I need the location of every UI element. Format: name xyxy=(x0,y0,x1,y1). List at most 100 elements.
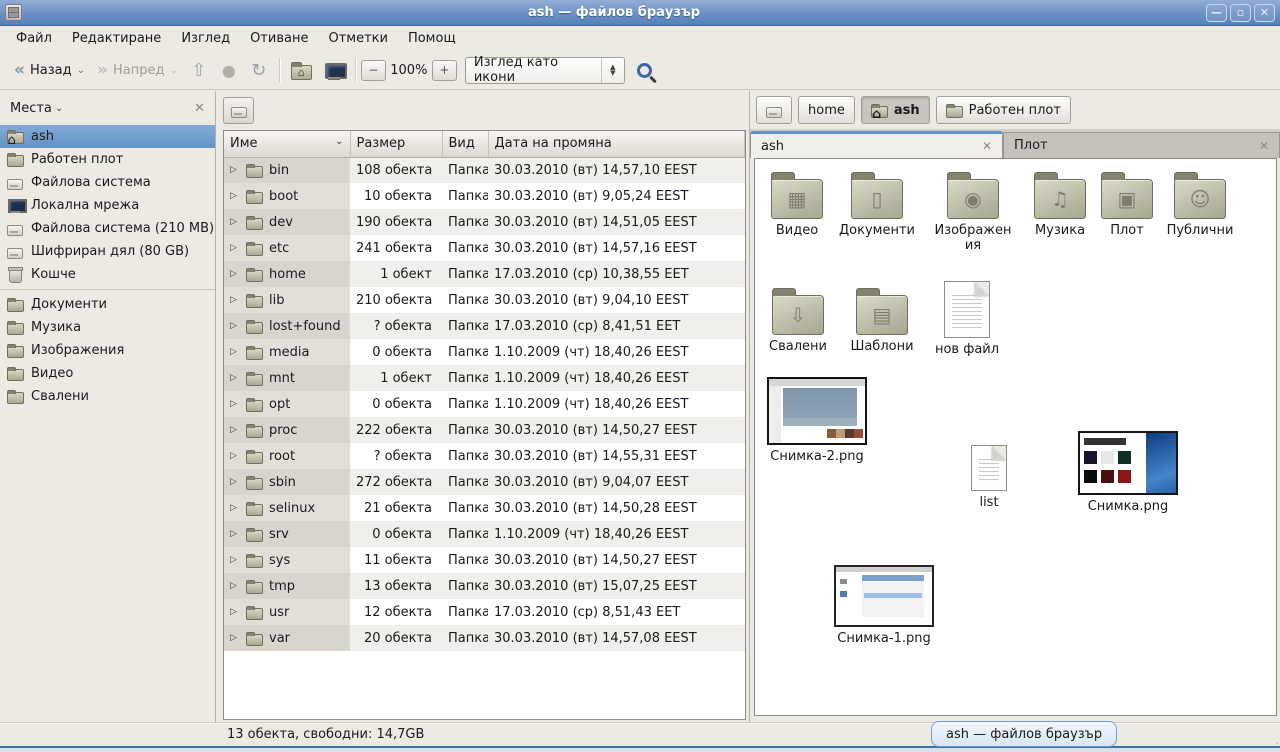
expander-icon[interactable]: ▷ xyxy=(230,243,240,253)
expander-icon[interactable]: ▷ xyxy=(230,529,240,539)
file-icon-item[interactable]: ▦ Видео xyxy=(755,171,839,238)
sidebar-title[interactable]: Места xyxy=(10,101,52,116)
table-row[interactable]: ▷ var 20 обекта Папка 30.03.2010 (вт) 14… xyxy=(224,625,745,651)
zoom-in-button[interactable]: + xyxy=(432,60,457,81)
breadcrumb-root-button[interactable] xyxy=(756,96,792,124)
table-row[interactable]: ▷ usr 12 обекта Папка 17.03.2010 (ср) 8,… xyxy=(224,599,745,625)
column-header-size[interactable]: Размер xyxy=(350,131,442,157)
expander-icon[interactable]: ▷ xyxy=(230,633,240,643)
table-row[interactable]: ▷ media 0 обекта Папка 1.10.2009 (чт) 18… xyxy=(224,339,745,365)
file-icon-item[interactable]: ▯ Документи xyxy=(835,171,919,238)
icon-view[interactable]: ▦ Видео ▯ Документи ◉ Изображения ♫ Музи… xyxy=(754,158,1277,716)
expander-icon[interactable]: ▷ xyxy=(230,295,240,305)
menu-go[interactable]: Отиване xyxy=(240,28,318,49)
breadcrumb-ash[interactable]: ⌂ ash xyxy=(861,96,930,124)
home-button[interactable] xyxy=(285,57,318,84)
sidebar-place-item[interactable]: Кошче xyxy=(0,263,215,286)
minimize-button[interactable]: — xyxy=(1206,4,1227,22)
sidebar-place-item[interactable]: Локална мрежа xyxy=(0,194,215,217)
column-header-date[interactable]: Дата на промяна xyxy=(488,131,745,157)
expander-icon[interactable]: ▷ xyxy=(230,503,240,513)
forward-button[interactable]: » Напред ⌄ xyxy=(91,59,184,82)
table-row[interactable]: ▷ tmp 13 обекта Папка 30.03.2010 (вт) 15… xyxy=(224,573,745,599)
file-icon-item[interactable]: ▤ Шаблони xyxy=(840,287,924,354)
table-row[interactable]: ▷ root ? обекта Папка 30.03.2010 (вт) 14… xyxy=(224,443,745,469)
menu-help[interactable]: Помощ xyxy=(398,28,466,49)
tab-ash[interactable]: ash ✕ xyxy=(750,131,1003,158)
expander-icon[interactable]: ▷ xyxy=(230,399,240,409)
expander-icon[interactable]: ▷ xyxy=(230,217,240,227)
tab-close-icon[interactable]: ✕ xyxy=(982,139,992,153)
forward-dropdown-icon[interactable]: ⌄ xyxy=(169,65,177,76)
file-icon-item[interactable]: ⇩ Свалени xyxy=(756,287,840,354)
sidebar-place-item[interactable]: ⌂ ash xyxy=(0,125,215,148)
table-row[interactable]: ▷ bin 108 обекта Папка 30.03.2010 (вт) 1… xyxy=(224,157,745,183)
expander-icon[interactable]: ▷ xyxy=(230,347,240,357)
sidebar-place-item[interactable]: Видео xyxy=(0,362,215,385)
file-icon-item[interactable]: Снимка.png xyxy=(1076,431,1180,514)
sidebar-place-item[interactable]: Работен плот xyxy=(0,148,215,171)
file-icon-item[interactable]: ▣ Плот xyxy=(1085,171,1169,238)
back-button[interactable]: « Назад ⌄ xyxy=(8,59,91,82)
menu-file[interactable]: Файл xyxy=(6,28,62,49)
column-header-name[interactable]: Име⌄ xyxy=(224,131,350,157)
breadcrumb-home[interactable]: home xyxy=(798,96,855,124)
expander-icon[interactable]: ▷ xyxy=(230,373,240,383)
sidebar-place-item[interactable]: Файлова система xyxy=(0,171,215,194)
back-dropdown-icon[interactable]: ⌄ xyxy=(77,65,85,76)
tab-desktop[interactable]: Плот ✕ xyxy=(1003,132,1280,158)
table-row[interactable]: ▷ dev 190 обекта Папка 30.03.2010 (вт) 1… xyxy=(224,209,745,235)
table-row[interactable]: ▷ selinux 21 обекта Папка 30.03.2010 (вт… xyxy=(224,495,745,521)
table-row[interactable]: ▷ lib 210 обекта Папка 30.03.2010 (вт) 9… xyxy=(224,287,745,313)
close-button[interactable]: ✕ xyxy=(1254,4,1275,22)
computer-button[interactable] xyxy=(318,57,350,83)
sidebar-place-item[interactable]: Документи xyxy=(0,293,215,316)
sidebar-place-item[interactable]: Шифриран дял (80 GB) xyxy=(0,240,215,263)
sidebar-close-icon[interactable]: ✕ xyxy=(194,101,205,116)
table-row[interactable]: ▷ srv 0 обекта Папка 1.10.2009 (чт) 18,4… xyxy=(224,521,745,547)
expander-icon[interactable]: ▷ xyxy=(230,477,240,487)
filesystem-root-button[interactable] xyxy=(223,97,254,124)
zoom-out-button[interactable]: − xyxy=(361,60,386,81)
table-row[interactable]: ▷ sys 11 обекта Папка 30.03.2010 (вт) 14… xyxy=(224,547,745,573)
table-row[interactable]: ▷ etc 241 обекта Папка 30.03.2010 (вт) 1… xyxy=(224,235,745,261)
sidebar-place-item[interactable]: Файлова система (210 MB) xyxy=(0,217,215,240)
stop-button[interactable]: ● xyxy=(214,58,244,83)
maximize-button[interactable]: ▫ xyxy=(1230,4,1251,22)
menu-view[interactable]: Изглед xyxy=(171,28,240,49)
file-icon-item[interactable]: ◉ Изображения xyxy=(931,171,1015,253)
reload-button[interactable]: ↻ xyxy=(244,57,274,84)
expander-icon[interactable]: ▷ xyxy=(230,425,240,435)
menu-bookmarks[interactable]: Отметки xyxy=(318,28,397,49)
expander-icon[interactable]: ▷ xyxy=(230,555,240,565)
table-row[interactable]: ▷ sbin 272 обекта Папка 30.03.2010 (вт) … xyxy=(224,469,745,495)
resize-grip[interactable] xyxy=(1266,732,1278,744)
up-button[interactable]: ⇧ xyxy=(184,57,214,84)
table-row[interactable]: ▷ home 1 обект Папка 17.03.2010 (ср) 10,… xyxy=(224,261,745,287)
file-icon-item[interactable]: Снимка-2.png xyxy=(765,377,869,464)
file-icon-item[interactable]: нов файл xyxy=(927,281,1007,357)
table-row[interactable]: ▷ proc 222 обекта Папка 30.03.2010 (вт) … xyxy=(224,417,745,443)
expander-icon[interactable]: ▷ xyxy=(230,451,240,461)
expander-icon[interactable]: ▷ xyxy=(230,607,240,617)
menu-edit[interactable]: Редактиране xyxy=(62,28,171,49)
tab-close-icon[interactable]: ✕ xyxy=(1259,139,1269,153)
file-icon-item[interactable]: Снимка-1.png xyxy=(832,565,936,646)
table-row[interactable]: ▷ lost+found ? обекта Папка 17.03.2010 (… xyxy=(224,313,745,339)
table-row[interactable]: ▷ boot 10 обекта Папка 30.03.2010 (вт) 9… xyxy=(224,183,745,209)
column-header-type[interactable]: Вид xyxy=(442,131,488,157)
expander-icon[interactable]: ▷ xyxy=(230,321,240,331)
taskbar-window-button[interactable]: ash — файлов браузър xyxy=(931,721,1117,747)
sidebar-place-item[interactable]: Изображения xyxy=(0,339,215,362)
breadcrumb-desktop[interactable]: Работен плот xyxy=(936,96,1071,124)
expander-icon[interactable]: ▷ xyxy=(230,269,240,279)
search-icon[interactable] xyxy=(637,63,652,78)
file-icon-item[interactable]: ☺ Публични xyxy=(1158,171,1242,238)
expander-icon[interactable]: ▷ xyxy=(230,165,240,175)
expander-icon[interactable]: ▷ xyxy=(230,581,240,591)
sidebar-place-item[interactable]: Свалени xyxy=(0,385,215,408)
expander-icon[interactable]: ▷ xyxy=(230,191,240,201)
sidebar-place-item[interactable]: Музика xyxy=(0,316,215,339)
file-icon-item[interactable]: list xyxy=(951,445,1027,510)
table-row[interactable]: ▷ opt 0 обекта Папка 1.10.2009 (чт) 18,4… xyxy=(224,391,745,417)
